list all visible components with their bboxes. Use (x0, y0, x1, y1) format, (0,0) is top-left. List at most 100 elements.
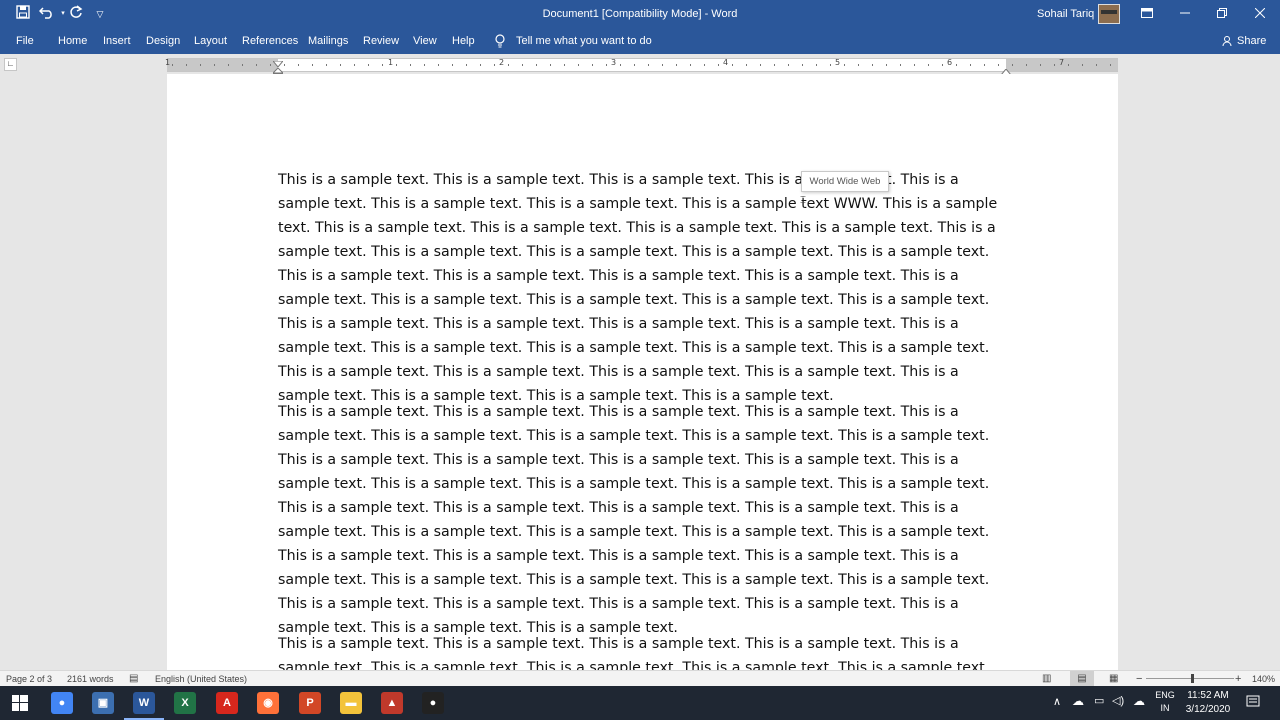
page-indicator[interactable]: Page 2 of 3 (6, 671, 52, 687)
print-layout-icon[interactable]: ▤ (1070, 671, 1094, 686)
ruler-tick (424, 64, 425, 66)
ruler-tick (326, 64, 327, 66)
tab-design[interactable]: Design (146, 28, 180, 54)
chrome-icon[interactable]: ● (51, 692, 73, 714)
ruler-number: 3 (611, 58, 617, 67)
ruler-tick (662, 64, 663, 66)
ruler-tick (396, 64, 397, 66)
vertical-scrollbar[interactable] (1268, 74, 1280, 670)
paragraph-2[interactable]: This is a sample text. This is a sample … (278, 400, 1013, 640)
app-icon[interactable]: ▣ (92, 692, 114, 714)
clock[interactable]: 11:52 AM 3/12/2020 (1180, 690, 1236, 715)
ruler-tick (648, 64, 649, 66)
share-button[interactable]: Share (1237, 28, 1266, 54)
ribbon-display-options-icon[interactable] (1128, 0, 1166, 28)
minimize-icon[interactable] (1166, 0, 1204, 28)
user-name[interactable]: Sohail Tariq (1037, 0, 1094, 28)
ruler-left-margin (167, 59, 278, 71)
web-layout-icon[interactable]: ▦ (1109, 671, 1118, 687)
firefox-icon[interactable]: ◉ (257, 692, 279, 714)
network-icon[interactable]: ☁ (1133, 694, 1145, 708)
tell-me-search[interactable]: Tell me what you want to do (516, 28, 652, 54)
language-indicator[interactable]: English (United States) (155, 671, 247, 687)
ruler-tick (410, 64, 411, 66)
ruler-tick (900, 64, 901, 66)
onedrive-icon[interactable]: ☁ (1072, 694, 1084, 708)
tab-view[interactable]: View (413, 28, 437, 54)
powerpoint-icon[interactable]: P (299, 692, 321, 714)
volume-icon[interactable]: ◁) (1112, 694, 1124, 707)
ruler-tick (368, 64, 369, 66)
ruler-tick (438, 64, 439, 66)
ruler-tick (186, 64, 187, 66)
tab-mailings[interactable]: Mailings (308, 28, 348, 54)
ruler-tick (354, 64, 355, 66)
word-count[interactable]: 2161 words (67, 671, 114, 687)
lightbulb-icon[interactable] (494, 28, 506, 54)
ruler-tick (228, 64, 229, 66)
show-hidden-icons[interactable]: ∧ (1053, 695, 1061, 708)
excel-icon[interactable]: X (174, 692, 196, 714)
focus-mode-icon[interactable]: ▥ (1042, 671, 1051, 687)
ruler-tick (788, 64, 789, 66)
windows-start-icon[interactable] (12, 695, 28, 716)
zoom-slider-track[interactable] (1146, 678, 1234, 679)
tab-review[interactable]: Review (363, 28, 399, 54)
ruler-tick (690, 64, 691, 66)
ruler-tick (382, 64, 383, 66)
tab-home[interactable]: Home (58, 28, 87, 54)
text-cursor-icon: ⌶ (800, 195, 806, 206)
acrobat-icon[interactable]: A (216, 692, 238, 714)
ruler-tick (732, 64, 733, 66)
tab-file[interactable]: File (16, 28, 34, 54)
notifications-icon[interactable] (1246, 695, 1260, 712)
paragraph-1[interactable]: This is a sample text. This is a sample … (278, 168, 1013, 408)
ruler-tick (998, 64, 999, 66)
zoom-level[interactable]: 140% (1252, 671, 1275, 687)
meeting-app-icon[interactable]: ▲ (381, 692, 403, 714)
ribbon-tabs: File Home Insert Design Layout Reference… (0, 28, 1280, 54)
zoom-slider-thumb[interactable] (1191, 674, 1194, 683)
input-language[interactable]: ENG IN (1155, 690, 1175, 713)
proofing-icon[interactable]: ▤ (129, 671, 138, 687)
horizontal-ruler[interactable]: 1 1 2 3 4 5 6 7 (165, 58, 1118, 78)
ruler-tick (1082, 64, 1083, 66)
tab-selector-icon[interactable]: ∟ (4, 58, 17, 71)
share-icon[interactable] (1222, 28, 1234, 54)
close-icon[interactable] (1241, 0, 1279, 28)
ruler-tick (984, 64, 985, 66)
ruler-tick (200, 64, 201, 66)
tab-help[interactable]: Help (452, 28, 475, 54)
ruler-tick (718, 64, 719, 66)
ruler-tick (242, 64, 243, 66)
tab-layout[interactable]: Layout (194, 28, 227, 54)
zoom-out-button[interactable]: − (1136, 671, 1142, 687)
paragraph-3[interactable]: This is a sample text. This is a sample … (278, 632, 1013, 670)
tab-insert[interactable]: Insert (103, 28, 131, 54)
ruler-tick (312, 64, 313, 66)
zoom-in-button[interactable]: + (1235, 671, 1241, 687)
ruler-tick (1068, 64, 1069, 66)
ruler-number: 1 (388, 58, 394, 67)
ruler-tick (1026, 64, 1027, 66)
tab-references[interactable]: References (242, 28, 298, 54)
ruler-tick (592, 64, 593, 66)
ruler-number: 1 (165, 58, 171, 67)
file-explorer-icon[interactable]: ▬ (340, 692, 362, 714)
ruler-tick (774, 64, 775, 66)
ruler-tick (704, 64, 705, 66)
word-icon[interactable]: W (133, 692, 155, 714)
battery-icon[interactable]: ▭ (1094, 694, 1104, 707)
recorder-icon[interactable]: ● (422, 692, 444, 714)
ruler-tick (634, 64, 635, 66)
ruler-tick (1096, 64, 1097, 66)
ruler-tick (606, 64, 607, 66)
ruler-tick (802, 64, 803, 66)
ruler-tick (494, 64, 495, 66)
document-page[interactable]: This is a sample text. This is a sample … (167, 74, 1118, 670)
ruler-tick (928, 64, 929, 66)
ruler-tick (284, 64, 285, 66)
restore-icon[interactable] (1203, 0, 1241, 28)
avatar[interactable] (1098, 4, 1120, 24)
ruler-tick (466, 64, 467, 66)
